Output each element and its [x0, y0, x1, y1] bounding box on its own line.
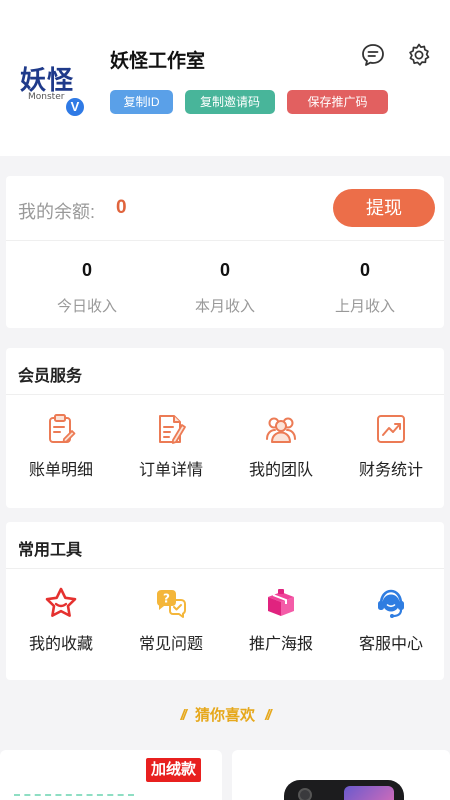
phone-screen: [344, 786, 394, 800]
shop-name: 妖怪工作室: [110, 51, 206, 72]
divider: [6, 394, 444, 395]
shop-logo[interactable]: 妖怪 Monster V: [16, 58, 86, 122]
question-chat-icon: ?: [157, 590, 186, 618]
settings-gear-icon[interactable]: [406, 42, 432, 68]
team-icon: [266, 417, 296, 443]
grid-label: 我的团队: [248, 462, 313, 479]
grid-item-finance-stats[interactable]: 财务统计: [336, 412, 446, 480]
guess-title: 猜你喜欢: [194, 707, 255, 724]
balance-value: 0: [116, 197, 127, 218]
stat-label: 今日收入: [56, 298, 117, 315]
grid-item-promo-poster[interactable]: 推广海报: [226, 586, 336, 654]
grid-item-order-detail[interactable]: 订单详情: [116, 412, 226, 480]
product-card[interactable]: 加绒款: [0, 750, 222, 800]
section-title: 会员服务: [18, 368, 83, 385]
message-icon[interactable]: [360, 42, 386, 68]
member-service-card: 会员服务 账单明细 订单详情 我的团队 财务统计: [6, 348, 444, 508]
balance-card: 我的余额: 0 提现 0 今日收入 0 本月收入 0 上月收入: [6, 176, 444, 328]
stat-label: 本月收入: [194, 298, 255, 315]
section-title: 常用工具: [18, 542, 83, 559]
stat-label: 上月收入: [334, 298, 395, 315]
balance-label: 我的余额:: [18, 202, 96, 222]
stat-this-month[interactable]: 0 本月收入: [152, 260, 298, 316]
grid-label: 客服中心: [358, 636, 423, 653]
document-edit-icon: [159, 415, 186, 444]
grid-label: 财务统计: [358, 462, 423, 479]
product-image-phone: [284, 780, 404, 800]
grid-label: 常见问题: [138, 636, 203, 653]
product-tag: 加绒款: [146, 758, 202, 782]
product-card[interactable]: [232, 750, 450, 800]
decor-slash-left-icon: //: [180, 707, 187, 724]
grid-label: 账单明细: [28, 462, 93, 479]
guess-you-like-header: // 猜你喜欢 //: [0, 704, 450, 725]
stat-value: 0: [359, 260, 370, 280]
chart-up-icon: [377, 415, 405, 443]
svg-text:?: ?: [163, 592, 170, 606]
star-icon: [45, 587, 77, 617]
clipboard-edit-icon: [49, 414, 76, 443]
stat-last-month[interactable]: 0 上月收入: [292, 260, 438, 316]
profile-header: 妖怪 Monster V 妖怪工作室 复制ID 复制邀请码 保存推广码: [0, 0, 450, 156]
stat-value: 0: [81, 260, 92, 280]
stat-today[interactable]: 0 今日收入: [14, 260, 160, 316]
logo-subtext: Monster: [28, 92, 65, 102]
headset-icon: [378, 589, 404, 618]
grid-item-customer-service[interactable]: 客服中心: [336, 586, 446, 654]
grid-item-my-team[interactable]: 我的团队: [226, 412, 336, 480]
grid-label: 推广海报: [248, 636, 313, 653]
vip-badge-icon: V: [64, 96, 86, 118]
phone-camera-icon: [298, 788, 312, 800]
divider: [6, 240, 444, 241]
save-promo-code-button[interactable]: 保存推广码: [287, 90, 388, 114]
grid-label: 我的收藏: [28, 636, 93, 653]
copy-invite-code-button[interactable]: 复制邀请码: [185, 90, 275, 114]
decor-slash-right-icon: //: [265, 707, 272, 724]
stat-value: 0: [219, 260, 230, 280]
grid-label: 订单详情: [138, 462, 203, 479]
copy-id-button[interactable]: 复制ID: [110, 90, 173, 114]
product-image-partial: [14, 794, 134, 800]
grid-item-faq[interactable]: ? 常见问题: [116, 586, 226, 654]
divider: [6, 568, 444, 569]
withdraw-button[interactable]: 提现: [333, 189, 435, 227]
gift-box-icon: [268, 589, 294, 616]
grid-item-favorites[interactable]: 我的收藏: [6, 586, 116, 654]
common-tools-card: 常用工具 我的收藏 ? 常见问题 推广海报 客服中心: [6, 522, 444, 680]
grid-item-bill-detail[interactable]: 账单明细: [6, 412, 116, 480]
